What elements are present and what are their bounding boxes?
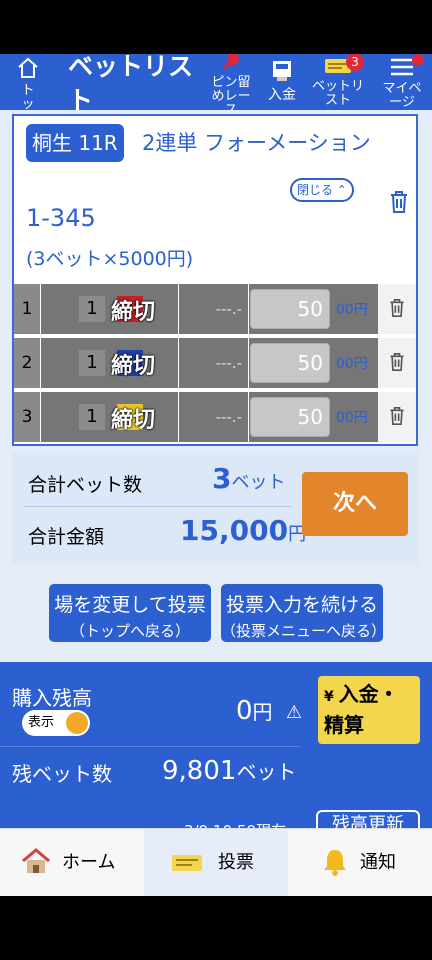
mypage-notification-dot <box>412 54 424 66</box>
table-row: 2 1 締切 ---.- 50 00円 <box>14 338 416 389</box>
total-count-label: 合計ベット数 <box>28 474 143 496</box>
total-count-number: 3 <box>212 462 232 495</box>
odds: ---.- <box>179 284 249 334</box>
bell-icon <box>324 850 346 876</box>
continue-voting-button[interactable]: 投票入力を続ける （投票メニューへ戻る） <box>221 584 383 642</box>
amount-input[interactable]: 50 <box>250 397 330 437</box>
nav-deposit-label: 入金 <box>268 87 296 103</box>
boat-number: 1 <box>79 296 105 322</box>
nav-top[interactable]: トップ <box>8 54 48 110</box>
closed-label: 締切 <box>111 300 156 325</box>
update-balance-button[interactable]: 残高更新 <box>316 810 420 828</box>
timestamp: 3/9 10:59現在 <box>184 820 286 828</box>
bet-card: 2連単 フォーメーション 桐生 11R 閉じる ⌃ 1-345 (3ベット×50… <box>12 114 418 446</box>
venue-race-badge: 桐生 11R <box>26 124 124 162</box>
table-row: 1 1 締切 ---.- 50 00円 <box>14 284 416 335</box>
remaining-bets-value: 9,801ベット <box>162 756 296 786</box>
nav-top-label: トップ <box>21 83 35 111</box>
boat-number: 1 <box>79 350 105 376</box>
row-trash-icon[interactable] <box>378 392 416 442</box>
trash-icon[interactable] <box>388 190 410 219</box>
bottom-nav-notify-label: 通知 <box>360 852 396 873</box>
summary-panel: 合計ベット数 3ベット 合計金額 15,000円 次へ <box>12 452 418 564</box>
bottom-nav-home[interactable]: ホーム <box>0 829 144 897</box>
amount-input[interactable]: 50 <box>250 289 330 329</box>
show-balance-toggle[interactable]: 表示 <box>22 710 90 736</box>
toggle-label: 表示 <box>28 715 55 730</box>
chevron-up-icon: ⌃ <box>333 183 347 197</box>
continue-voting-label: 投票入力を続ける <box>225 594 378 616</box>
bottom-nav-vote-label: 投票 <box>218 852 254 873</box>
nav-betlist-label: ベットリスト <box>311 79 364 108</box>
toggle-knob <box>66 712 88 734</box>
closed-label: 締切 <box>111 408 156 433</box>
page-title: ベットリスト <box>68 54 194 110</box>
odds: ---.- <box>179 392 249 442</box>
nav-mypage[interactable]: マイページ <box>372 54 432 110</box>
total-amount-value: 15,000円 <box>180 514 306 547</box>
boat-cell: 1 締切 <box>41 284 179 334</box>
row-number: 1 <box>14 284 41 334</box>
status-bar <box>0 0 432 54</box>
divider <box>24 506 292 507</box>
divider <box>0 746 300 747</box>
row-number: 2 <box>14 338 41 388</box>
continue-voting-sub: （投票メニューへ戻る） <box>221 622 383 640</box>
home-icon <box>18 57 38 78</box>
nav-betlist[interactable]: 3 ベットリスト <box>306 54 370 110</box>
purchase-balance-number: 0 <box>236 696 253 726</box>
bottom-nav-notify[interactable]: 通知 <box>288 829 432 897</box>
remaining-bets-number: 9,801 <box>162 756 237 786</box>
purchase-balance-value: 0円 <box>236 696 273 726</box>
nav-deposit[interactable]: 入金 <box>262 54 302 110</box>
deposit-settle-button[interactable]: ¥ 入金・精算 <box>318 676 420 744</box>
balance-panel: 購入残高 表示 0円 ⚠ ¥ 入金・精算 残ベット数 9,801ベット 3/9 … <box>0 662 432 828</box>
yen-machine-icon: ¥ <box>324 689 339 705</box>
nav-pinned-label: ピン留めレース <box>211 75 251 111</box>
change-venue-button[interactable]: 場を変更して投票 （トップへ戻る） <box>49 584 211 642</box>
boat-number: 1 <box>79 404 105 430</box>
amount-unit: 00円 <box>336 302 368 318</box>
row-trash-icon[interactable] <box>378 338 416 388</box>
remaining-bets-label: 残ベット数 <box>12 762 112 786</box>
bottom-nav: ホーム 投票 通知 <box>0 828 432 897</box>
change-venue-label: 場を変更して投票 <box>54 594 206 616</box>
system-bar <box>0 896 432 960</box>
warning-icon: ⚠ <box>286 702 303 723</box>
betlist-badge: 3 <box>346 54 364 71</box>
pin-icon <box>222 54 239 70</box>
combination: 1-345 <box>26 204 96 232</box>
amount-input[interactable]: 50 <box>250 343 330 383</box>
next-button[interactable]: 次へ <box>302 472 408 536</box>
purchase-balance-label: 購入残高 <box>12 686 92 710</box>
amount-unit: 00円 <box>336 356 368 372</box>
close-button[interactable]: 閉じる ⌃ <box>290 178 354 202</box>
row-number: 3 <box>14 392 41 442</box>
house-icon <box>22 848 50 873</box>
nav-mypage-label: マイページ <box>382 81 422 110</box>
purchase-balance-unit: 円 <box>252 700 273 724</box>
close-label: 閉じる <box>297 183 334 197</box>
ticket-icon <box>172 855 202 871</box>
screen: トップ ベットリスト ピン留めレース 入金 3 ベットリスト マイページ 2連単… <box>0 0 432 960</box>
bottom-nav-home-label: ホーム <box>62 852 116 873</box>
total-amount-number: 15,000 <box>180 514 289 547</box>
total-count-unit: ベット <box>231 472 286 493</box>
boat-cell: 1 締切 <box>41 338 179 388</box>
closed-label: 締切 <box>111 354 156 379</box>
table-row: 3 1 締切 ---.- 50 00円 <box>14 392 416 443</box>
nav-pinned-races[interactable]: ピン留めレース <box>206 54 256 110</box>
row-trash-icon[interactable] <box>378 284 416 334</box>
amount-unit: 00円 <box>336 410 368 426</box>
header: トップ ベットリスト ピン留めレース 入金 3 ベットリスト マイページ <box>0 54 432 110</box>
total-count-value: 3ベット <box>212 462 285 495</box>
boat-cell: 1 締切 <box>41 392 179 442</box>
deposit-machine-icon <box>273 61 291 81</box>
change-venue-sub: （トップへ戻る） <box>69 622 190 640</box>
total-amount-label: 合計金額 <box>28 526 105 548</box>
bottom-nav-vote[interactable]: 投票 <box>144 829 288 897</box>
bet-info: (3ベット×5000円) <box>26 248 194 270</box>
remaining-bets-unit: ベット <box>236 760 297 784</box>
odds: ---.- <box>179 338 249 388</box>
